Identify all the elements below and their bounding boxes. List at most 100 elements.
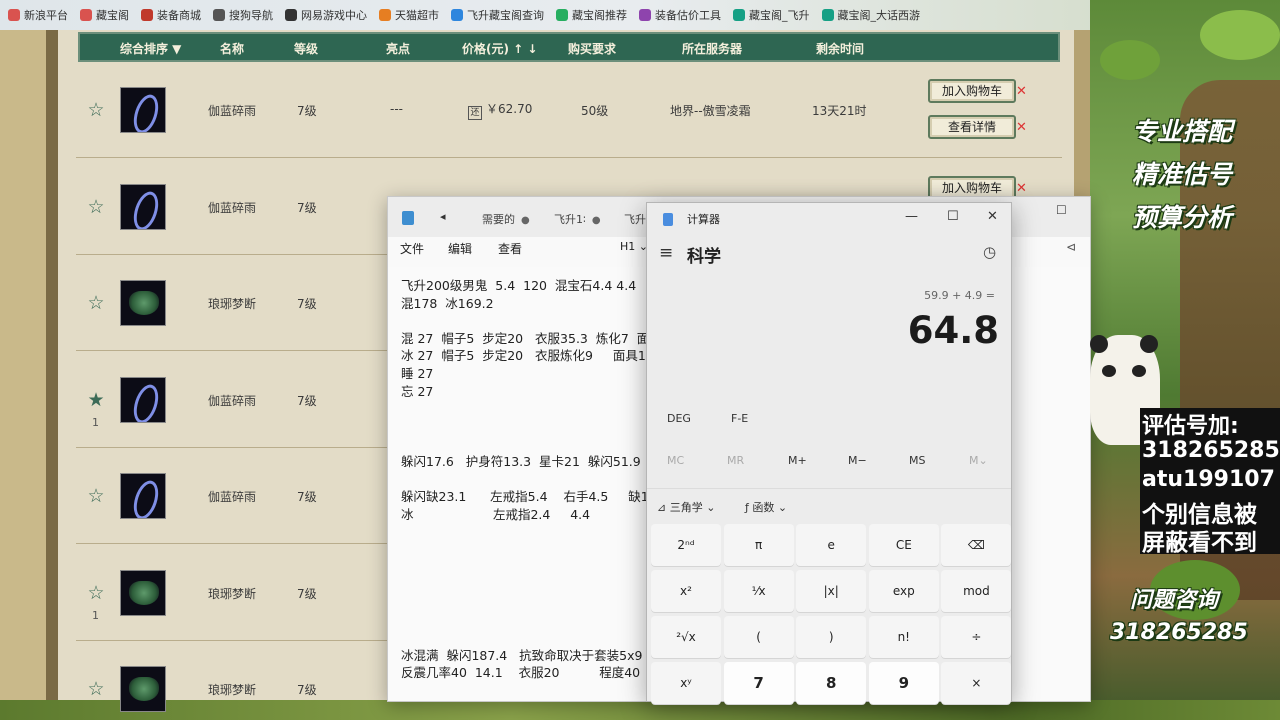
star-outline-icon[interactable]: ☆ xyxy=(86,197,106,217)
memory-button[interactable]: MC xyxy=(667,454,684,467)
memory-button[interactable]: MS xyxy=(909,454,925,467)
calc-key[interactable]: x² xyxy=(651,570,721,612)
calc-key[interactable]: xʸ xyxy=(651,662,721,704)
calc-key[interactable]: exp xyxy=(868,570,939,612)
mask-item-thumbnail[interactable] xyxy=(120,280,166,326)
item-name[interactable]: 伽蓝碎雨 xyxy=(208,488,256,505)
mask-item-thumbnail[interactable] xyxy=(120,569,166,616)
close-button[interactable]: ✕ xyxy=(987,209,998,224)
item-name[interactable]: 伽蓝碎雨 xyxy=(208,199,256,216)
panda-eye xyxy=(1132,365,1146,377)
price-sort-arrows-icon[interactable]: ↑ ↓ xyxy=(513,42,537,56)
add-to-cart-button[interactable]: 加入购物车 xyxy=(928,79,1016,103)
item-name[interactable]: 琅琊梦断 xyxy=(208,585,256,602)
dragon-item-thumbnail[interactable] xyxy=(120,376,166,423)
remove-icon[interactable]: ✕ xyxy=(1016,85,1028,98)
history-icon[interactable]: ◷ xyxy=(983,243,996,261)
star-outline-icon[interactable]: ☆ xyxy=(86,293,106,313)
star-filled-icon[interactable]: ★ xyxy=(86,390,106,410)
bookmark-item[interactable]: 藏宝阁 xyxy=(80,7,129,23)
bookmark-item[interactable]: 飞升藏宝阁查询 xyxy=(451,7,544,23)
notepad-text-line: 冰 左戒指2.4 4.4 xyxy=(401,506,591,522)
notepad-maximize-button[interactable]: ☐ xyxy=(1056,203,1067,217)
dragon-item-thumbnail[interactable] xyxy=(120,473,166,519)
bookmark-item[interactable]: 藏宝阁推荐 xyxy=(556,7,627,23)
notepad-text-line: 混178 冰169.2 xyxy=(401,295,494,311)
bookmark-label: 网易游戏中心 xyxy=(301,9,367,22)
item-name[interactable]: 琅琊梦断 xyxy=(208,295,256,312)
item-name[interactable]: 伽蓝碎雨 xyxy=(208,392,256,409)
maximize-button[interactable]: ☐ xyxy=(947,209,959,224)
bookmark-item[interactable]: 藏宝阁_大话西游 xyxy=(821,7,920,23)
calc-key[interactable]: |x| xyxy=(796,570,867,612)
item-name[interactable]: 伽蓝碎雨 xyxy=(208,102,256,119)
calc-key[interactable]: 8 xyxy=(796,662,867,704)
memory-button[interactable]: M⌄ xyxy=(969,454,988,467)
menu-edit[interactable]: 编辑 xyxy=(448,240,472,257)
menu-view[interactable]: 查看 xyxy=(498,240,522,257)
calc-key[interactable]: 9 xyxy=(868,662,939,704)
bookmark-favicon-icon xyxy=(285,9,297,21)
item-level: 7级 xyxy=(297,200,317,215)
remove-icon[interactable]: ✕ xyxy=(1016,121,1028,134)
item-name[interactable]: 琅琊梦断 xyxy=(208,681,256,698)
mask-item-thumbnail[interactable] xyxy=(120,666,166,712)
bookmark-label: 藏宝阁_飞升 xyxy=(749,9,810,22)
memory-button[interactable]: MR xyxy=(727,454,744,467)
star-outline-icon[interactable]: ☆ xyxy=(86,486,106,506)
calc-key[interactable]: e xyxy=(796,524,867,566)
leaf-decoration xyxy=(1200,10,1280,60)
consult-number: 318265285 xyxy=(1110,620,1248,645)
calc-key[interactable]: × xyxy=(941,662,1012,704)
column-price[interactable]: 价格(元) ↑ ↓ xyxy=(462,40,537,57)
memory-button[interactable]: M+ xyxy=(788,454,807,467)
calc-key[interactable]: ÷ xyxy=(941,616,1012,658)
angle-mode-button[interactable]: DEG xyxy=(667,412,691,425)
calc-key[interactable]: 2ⁿᵈ xyxy=(651,524,721,566)
heading-dropdown[interactable]: H1 ⌄ xyxy=(620,240,648,253)
bookmark-item[interactable]: 藏宝阁_飞升 xyxy=(733,7,810,23)
bookmark-favicon-icon xyxy=(80,9,92,21)
memory-button[interactable]: M− xyxy=(848,454,867,467)
notepad-tab[interactable]: 需要的 ● xyxy=(482,211,530,227)
bookmark-item[interactable]: 新浪平台 xyxy=(8,7,68,23)
bookmark-favicon-icon xyxy=(8,9,20,21)
calc-key[interactable]: ²√x xyxy=(651,616,721,658)
bookmark-item[interactable]: 天猫超市 xyxy=(379,7,439,23)
notepad-tab[interactable]: 飞升1∶ ● xyxy=(554,211,601,227)
sort-dropdown[interactable]: 综合排序 ▼ xyxy=(120,40,181,57)
star-outline-icon[interactable]: ☆ xyxy=(86,100,106,120)
dragon-item-thumbnail[interactable] xyxy=(120,87,166,133)
trigonometry-dropdown[interactable]: ⊿ 三角学 ⌄ xyxy=(657,499,715,515)
notation-button[interactable]: F-E xyxy=(731,412,748,425)
calc-key[interactable]: ( xyxy=(723,616,794,658)
dragon-item-thumbnail[interactable] xyxy=(120,183,166,230)
bookmark-item[interactable]: 装备估价工具 xyxy=(639,7,721,23)
bookmark-item[interactable]: 装备商城 xyxy=(141,7,201,23)
calc-key[interactable]: ) xyxy=(796,616,867,658)
calc-key[interactable]: π xyxy=(723,524,794,566)
minimize-button[interactable]: — xyxy=(905,209,918,224)
star-outline-icon[interactable]: ☆ xyxy=(86,583,106,603)
bookmark-item[interactable]: 网易游戏中心 xyxy=(285,7,367,23)
calc-key[interactable]: CE xyxy=(868,524,939,566)
share-icon[interactable]: ⊲ xyxy=(1066,240,1076,254)
bookmark-label: 装备商城 xyxy=(157,9,201,22)
remove-icon[interactable]: ✕ xyxy=(1016,182,1028,195)
tab-scroll-left-icon[interactable]: ◂ xyxy=(440,210,446,223)
bookmark-favicon-icon xyxy=(821,9,834,21)
notepad-tab[interactable]: 飞升 xyxy=(624,211,646,227)
menu-file[interactable]: 文件 xyxy=(400,240,424,257)
bookmark-label: 新浪平台 xyxy=(24,9,68,22)
calc-key[interactable]: ⌫ xyxy=(941,524,1012,566)
calc-key[interactable]: n! xyxy=(868,616,939,658)
function-dropdown[interactable]: ƒ 函数 ⌄ xyxy=(745,499,787,515)
view-details-button[interactable]: 查看详情 xyxy=(928,115,1016,139)
calc-key[interactable]: ¹⁄x xyxy=(723,570,794,612)
hamburger-menu-icon[interactable]: ≡ xyxy=(659,243,673,263)
calc-key[interactable]: mod xyxy=(941,570,1012,612)
calc-key[interactable]: 7 xyxy=(723,662,794,704)
star-outline-icon[interactable]: ☆ xyxy=(86,679,106,699)
bookmark-item[interactable]: 搜狗导航 xyxy=(213,7,273,23)
notepad-text-line: 冰混满 躲闪187.4 抗致命取决于套装5x9 xyxy=(401,647,643,663)
